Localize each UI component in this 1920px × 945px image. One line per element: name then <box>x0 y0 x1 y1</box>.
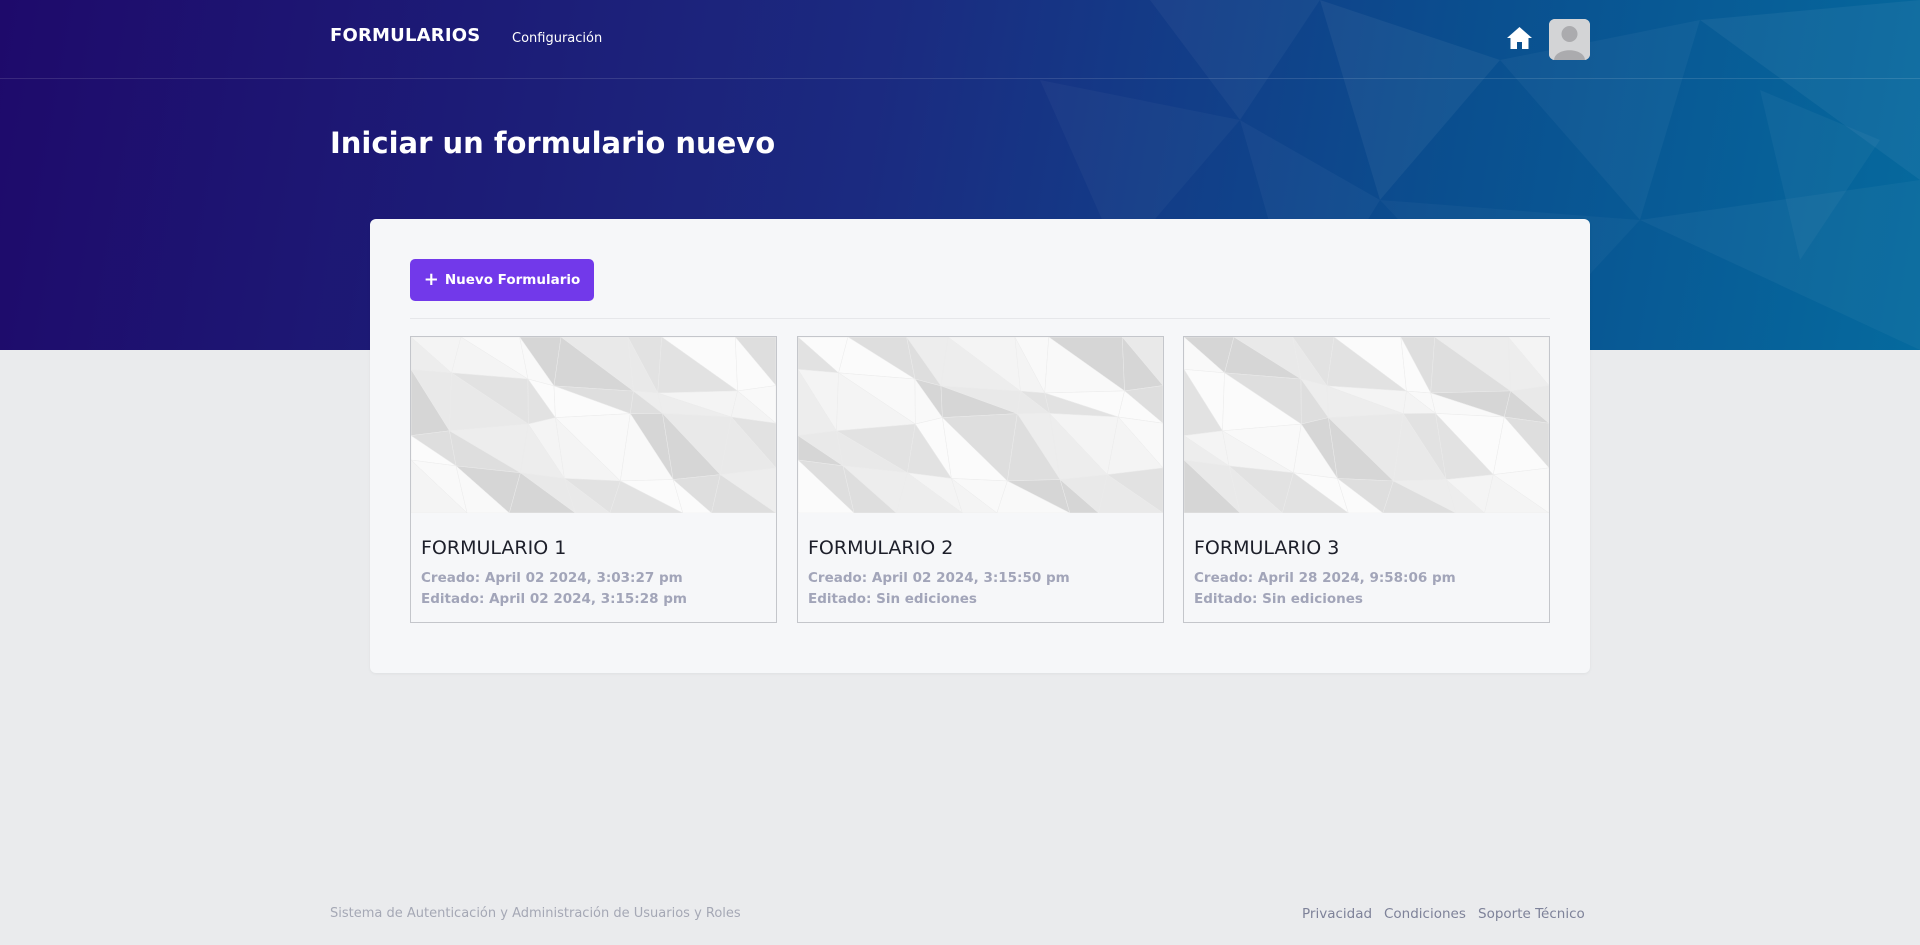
divider <box>410 318 1550 319</box>
form-card-title: FORMULARIO 2 <box>808 537 954 559</box>
plus-icon: + <box>423 269 439 290</box>
footer-link-condiciones[interactable]: Condiciones <box>1384 906 1466 922</box>
form-card-thumbnail <box>411 337 776 513</box>
forms-panel: + Nuevo Formulario FORMULARIO 1 Creado: … <box>370 219 1590 673</box>
form-card[interactable]: FORMULARIO 2 Creado: April 02 2024, 3:15… <box>797 336 1164 623</box>
form-card[interactable]: FORMULARIO 1 Creado: April 02 2024, 3:03… <box>410 336 777 623</box>
form-card-created: Creado: April 02 2024, 3:03:27 pm <box>421 570 683 586</box>
form-card-thumbnail <box>798 337 1163 513</box>
page-title: Iniciar un formulario nuevo <box>330 126 776 160</box>
footer-link-soporte[interactable]: Soporte Técnico <box>1478 906 1585 922</box>
nav-configuracion[interactable]: Configuración <box>512 31 602 46</box>
top-navbar: FORMULARIOS Configuración <box>0 0 1920 79</box>
new-form-button-label: Nuevo Formulario <box>444 272 581 288</box>
form-card-created: Creado: April 28 2024, 9:58:06 pm <box>1194 570 1456 586</box>
form-card-title: FORMULARIO 3 <box>1194 537 1340 559</box>
form-card-created: Creado: April 02 2024, 3:15:50 pm <box>808 570 1070 586</box>
home-icon[interactable] <box>1506 26 1533 54</box>
new-form-button[interactable]: + Nuevo Formulario <box>410 259 594 301</box>
footer-link-privacidad[interactable]: Privacidad <box>1302 906 1372 922</box>
user-avatar-icon[interactable] <box>1549 19 1590 60</box>
brand-title[interactable]: FORMULARIOS <box>330 25 480 46</box>
form-card-title: FORMULARIO 1 <box>421 537 567 559</box>
form-card[interactable]: FORMULARIO 3 Creado: April 28 2024, 9:58… <box>1183 336 1550 623</box>
form-card-edited: Editado: Sin ediciones <box>1194 591 1363 607</box>
form-card-edited: Editado: Sin ediciones <box>808 591 977 607</box>
form-card-thumbnail <box>1184 337 1549 513</box>
form-card-edited: Editado: April 02 2024, 3:15:28 pm <box>421 591 687 607</box>
footer-text: Sistema de Autenticación y Administració… <box>330 906 741 921</box>
